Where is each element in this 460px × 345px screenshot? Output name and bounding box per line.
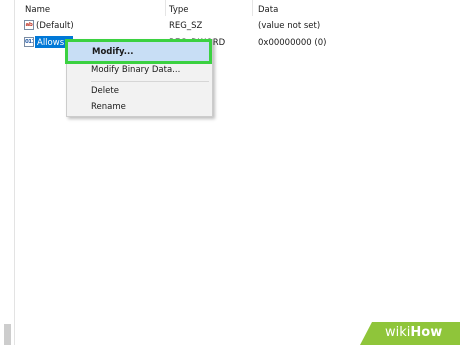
watermark-text: wikiHow — [385, 325, 442, 340]
registry-editor-window: Name Type Data ab (Default) REG_SZ (valu… — [0, 0, 460, 345]
left-pane-edge — [0, 0, 15, 345]
column-divider[interactable] — [252, 0, 253, 16]
menu-separator — [91, 81, 209, 82]
row-name: (Default) — [36, 21, 74, 31]
menu-item-modify-label: Modify... — [92, 47, 134, 57]
menu-item-modify[interactable]: Modify... — [65, 39, 212, 64]
watermark-text-wiki: wiki — [385, 325, 411, 340]
watermark-text-how: How — [410, 325, 443, 340]
menu-item-modify-binary-data[interactable]: Modify Binary Data... — [91, 65, 180, 75]
binary-value-icon: 011 — [24, 37, 34, 47]
menu-item-rename[interactable]: Rename — [91, 102, 126, 112]
menu-item-delete[interactable]: Delete — [91, 86, 119, 96]
row-data: 0x00000000 (0) — [258, 38, 327, 48]
column-header-name[interactable]: Name — [25, 5, 50, 15]
column-divider[interactable] — [165, 0, 166, 16]
string-value-icon: ab — [24, 20, 34, 30]
column-header-data[interactable]: Data — [258, 5, 278, 15]
row-name: Allows — [37, 38, 65, 48]
row-data: (value not set) — [258, 21, 321, 31]
scrollbar-thumb[interactable] — [4, 324, 11, 345]
row-type: REG_SZ — [169, 21, 203, 31]
wikihow-watermark: wikiHow — [360, 322, 460, 345]
column-header-type[interactable]: Type — [169, 5, 189, 15]
